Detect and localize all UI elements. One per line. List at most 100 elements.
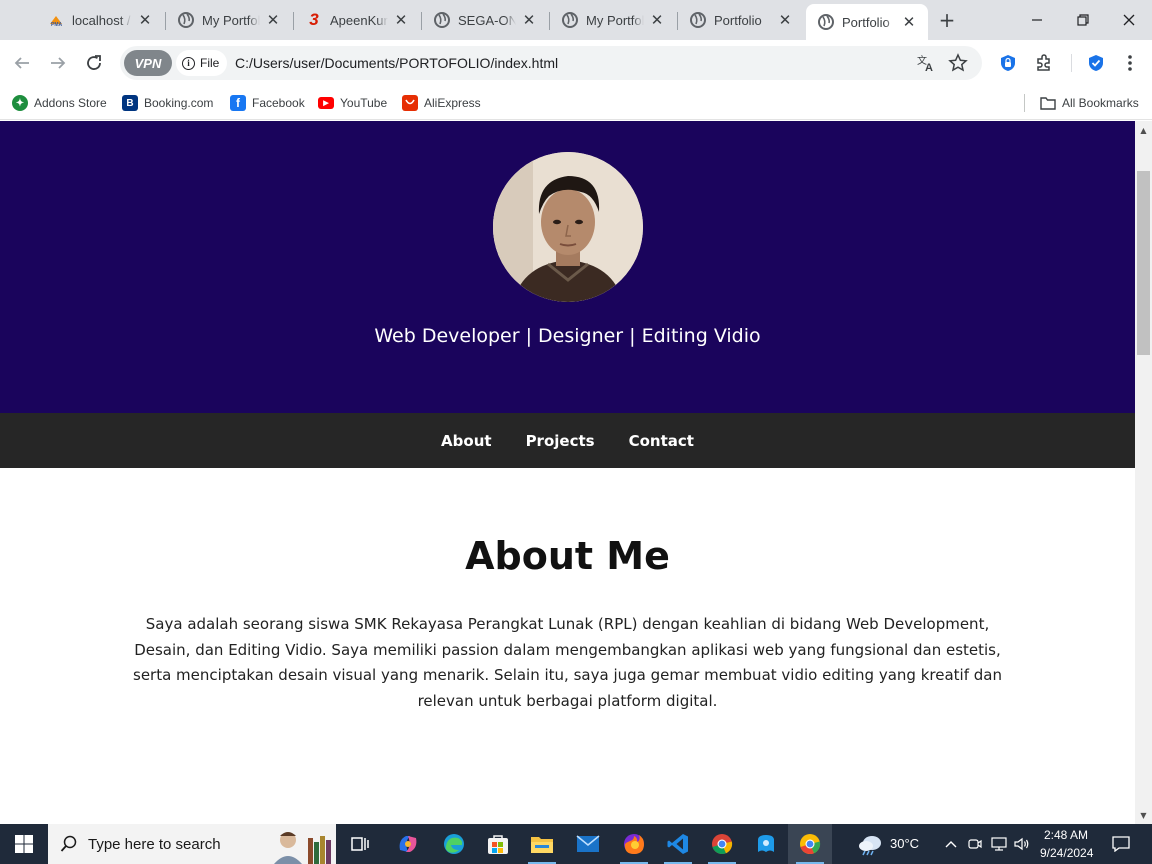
bookmark-label: Booking.com (144, 96, 214, 110)
mail-icon[interactable] (566, 824, 610, 864)
volume-icon[interactable] (1012, 824, 1032, 864)
file-chip-label: File (200, 56, 220, 70)
weather-temp: 30°C (890, 836, 920, 851)
toolbar-divider (1071, 54, 1072, 72)
bookmark-star-icon[interactable] (946, 51, 970, 75)
clock-date[interactable]: 9/24/2024 (1040, 846, 1093, 860)
edge-icon[interactable] (432, 824, 476, 864)
bookmark-addons-store[interactable]: ✦ Addons Store (12, 92, 107, 114)
bookmark-facebook[interactable]: f Facebook (230, 92, 305, 114)
phpmyadmin-icon: PMA (48, 12, 64, 28)
globe-icon (434, 12, 450, 28)
booking-icon: B (122, 95, 138, 111)
vertical-scrollbar[interactable]: ▲ ▼ (1135, 121, 1152, 824)
facebook-icon: f (230, 95, 246, 111)
tab-title: SEGA-ONE (458, 12, 516, 28)
about-title: About Me (465, 534, 670, 578)
bookmark-label: Addons Store (34, 96, 107, 110)
tab-sega-one[interactable]: SEGA-ONE ✕ (422, 4, 548, 36)
windows-start-icon[interactable] (0, 824, 48, 864)
all-bookmarks-label: All Bookmarks (1062, 96, 1139, 110)
forward-icon[interactable] (44, 49, 72, 77)
bookmark-label: AliExpress (424, 96, 481, 110)
close-tab-icon[interactable]: ✕ (648, 11, 666, 29)
restore-icon[interactable] (1060, 0, 1106, 40)
reload-icon[interactable] (80, 49, 108, 77)
addons-store-icon: ✦ (12, 95, 28, 111)
weather-icon[interactable] (856, 824, 886, 864)
scroll-down-icon[interactable]: ▼ (1135, 808, 1152, 822)
page-viewport: Web Developer | Designer | Editing Vidio… (0, 121, 1135, 824)
minimize-icon[interactable] (1014, 0, 1060, 40)
three-logo-icon: 3 (309, 10, 319, 29)
nav-projects[interactable]: Projects (526, 432, 595, 450)
file-explorer-icon[interactable] (520, 824, 564, 864)
tab-my-portfolio-2[interactable]: My Portfolio ✕ (550, 4, 676, 36)
search-icon (60, 835, 78, 853)
clock-time[interactable]: 2:48 AM (1044, 828, 1088, 842)
chromium-browser-icon[interactable] (788, 824, 832, 864)
taskbar-search-box[interactable]: Type here to search (48, 824, 336, 864)
windows-taskbar: Type here to search 30°C 2:48 AM 9/24/20… (0, 824, 1152, 864)
close-tab-icon[interactable]: ✕ (520, 11, 538, 29)
profile-photo (493, 152, 643, 302)
close-tab-icon[interactable]: ✕ (776, 11, 794, 29)
app-icon-blue[interactable] (744, 824, 788, 864)
copilot-icon[interactable] (386, 824, 430, 864)
scrollbar-thumb[interactable] (1137, 171, 1150, 355)
menu-kebab-icon[interactable] (1116, 49, 1144, 77)
tab-strip: PMA localhost / ✕ My Portfolio ✕ 3 Apeen… (0, 0, 1152, 40)
all-bookmarks-button[interactable]: All Bookmarks (1040, 92, 1139, 114)
svg-text:PMA: PMA (51, 22, 63, 27)
firefox-icon[interactable] (612, 824, 656, 864)
svg-text:A: A (925, 62, 933, 73)
network-icon[interactable] (989, 824, 1009, 864)
vscode-icon[interactable] (656, 824, 700, 864)
bookmark-label: YouTube (340, 96, 388, 110)
search-highlight-image (268, 826, 334, 864)
task-view-icon[interactable] (338, 824, 382, 864)
tab-my-portfolio-1[interactable]: My Portfolio ✕ (166, 4, 292, 36)
close-tab-icon[interactable]: ✕ (136, 11, 154, 29)
scroll-up-icon[interactable]: ▲ (1135, 123, 1152, 137)
tab-title: Portfolio (842, 14, 890, 30)
back-icon[interactable] (8, 49, 36, 77)
close-tab-icon[interactable]: ✕ (264, 11, 282, 29)
new-tab-icon[interactable]: + (936, 8, 958, 32)
search-placeholder: Type here to search (88, 835, 221, 853)
bookmark-label: Facebook (252, 96, 305, 110)
nav-contact[interactable]: Contact (629, 432, 694, 450)
hero-tagline: Web Developer | Designer | Editing Vidio (374, 325, 761, 347)
main-nav: About Projects Contact (0, 413, 1135, 468)
vpn-toggle[interactable]: VPN (124, 50, 172, 76)
translate-icon[interactable]: 文A (914, 51, 938, 75)
chrome-icon[interactable] (700, 824, 744, 864)
shield-icon[interactable] (1082, 49, 1110, 77)
tab-title: Portfolio (714, 12, 762, 28)
show-hidden-icons[interactable] (942, 824, 960, 864)
globe-icon (562, 12, 578, 28)
url-text[interactable]: C:/Users/user/Documents/PORTOFOLIO/index… (235, 55, 558, 71)
meet-now-icon[interactable] (966, 824, 984, 864)
browser-toolbar: VPN i File C:/Users/user/Documents/PORTO… (0, 40, 1152, 86)
close-tab-icon[interactable]: ✕ (392, 11, 410, 29)
tab-portfolio-1[interactable]: Portfolio ✕ (678, 4, 804, 36)
nav-about[interactable]: About (441, 432, 492, 450)
site-info-chip[interactable]: i File (176, 50, 228, 76)
tab-apeenkun[interactable]: 3 ApeenKun ✕ (294, 4, 420, 36)
bookmark-aliexpress[interactable]: AliExpress (402, 92, 481, 114)
password-manager-icon[interactable] (994, 49, 1022, 77)
folder-icon (1040, 95, 1056, 111)
microsoft-store-icon[interactable] (476, 824, 520, 864)
tab-portfolio-active[interactable]: Portfolio ✕ (806, 4, 928, 40)
close-window-icon[interactable] (1106, 0, 1152, 40)
close-tab-icon[interactable]: ✕ (900, 13, 918, 31)
bookmark-booking[interactable]: B Booking.com (122, 92, 213, 114)
bookmarks-divider (1024, 94, 1025, 112)
address-bar[interactable]: VPN i File C:/Users/user/Documents/PORTO… (120, 46, 982, 80)
extensions-icon[interactable] (1030, 49, 1058, 77)
tab-localhost[interactable]: PMA localhost / ✕ (36, 4, 164, 36)
notification-center-icon[interactable] (1106, 824, 1136, 864)
tab-title: My Portfolio (586, 12, 644, 28)
bookmark-youtube[interactable]: ▶ YouTube (318, 92, 387, 114)
